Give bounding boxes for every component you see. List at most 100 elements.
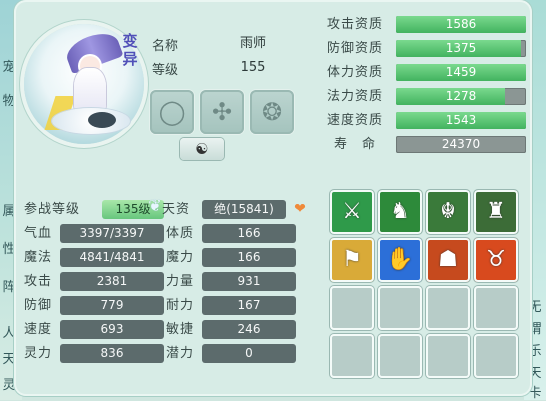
pet-name-row: 名称 雨师 [148, 34, 306, 54]
stat-row: 力量 931 [166, 272, 296, 292]
aptitude-bar: 1375 [396, 40, 526, 57]
yin-yang-icon: ☯ [195, 140, 209, 158]
pet-level-row: 等级 155 [148, 58, 306, 78]
stat-label: 敏捷 [166, 322, 195, 337]
stat-value: 3397/3397 [60, 224, 164, 243]
stat-label: 体质 [166, 226, 195, 241]
equipment-slot-3[interactable]: ❂ [250, 90, 294, 134]
name-label: 名称 [152, 39, 179, 54]
skill-slot[interactable]: ✋ [378, 238, 422, 282]
beast-skill-icon: ♉ [486, 247, 506, 272]
stat-label: 防御 [24, 298, 53, 313]
talent-label: 天资 [162, 202, 191, 217]
heart-icon[interactable]: ❤ [291, 200, 309, 218]
stat-label: 耐力 [166, 298, 195, 313]
stat-label: 魔力 [166, 250, 195, 265]
stat-value: 166 [202, 248, 296, 267]
aptitude-bar: 1459 [396, 64, 526, 81]
aptitude-row: 攻击资质 1586 [320, 16, 532, 34]
pet-attribute-panel: 变异 名称 雨师 等级 155 ◯ ✣ ❂ ☯ 攻击资质 1586 防御资质 1375… [14, 0, 532, 396]
stat-label: 速度 [24, 322, 53, 337]
stat-value: 693 [60, 320, 164, 339]
level-value: 155 [240, 60, 266, 75]
stat-label: 气血 [24, 226, 53, 241]
empty-skill-slot[interactable] [426, 286, 470, 330]
armor-icon: ✣ [211, 98, 233, 126]
claw-skill-icon: ✋ [386, 247, 414, 272]
skill-slot[interactable]: ♜ [474, 190, 518, 234]
stat-row: 攻击 2381 [24, 272, 164, 292]
amulet-icon: ❂ [261, 98, 283, 126]
aptitude-row: 体力资质 1459 [320, 64, 532, 82]
skill-slot[interactable]: ☬ [426, 190, 470, 234]
skill-slot[interactable]: ♉ [474, 238, 518, 282]
empty-skill-slot[interactable] [378, 286, 422, 330]
equipment-slot-2[interactable]: ✣ [200, 90, 244, 134]
empty-skill-slot[interactable] [330, 286, 374, 330]
stat-label: 潜力 [166, 346, 195, 361]
skill-slot[interactable]: ⚔ [330, 190, 374, 234]
aptitude-value: 1278 [445, 89, 477, 103]
battle-level-label: 参战等级 [24, 202, 81, 217]
name-value[interactable]: 雨师 [200, 34, 306, 54]
aptitude-label: 攻击资质 [326, 17, 383, 32]
stat-row: 防御 779 [24, 296, 164, 316]
stat-label: 灵力 [24, 346, 53, 361]
strength-skill-icon: ☗ [438, 247, 458, 272]
stat-value: 167 [202, 296, 296, 315]
skill-slot[interactable]: ☗ [426, 238, 470, 282]
empty-skill-slot[interactable] [378, 334, 422, 378]
empty-skill-slot[interactable] [474, 286, 518, 330]
stat-row: 速度 693 [24, 320, 164, 340]
stat-label: 力量 [166, 274, 195, 289]
aptitude-value: 24370 [441, 137, 481, 151]
stat-row: 潜力 0 [166, 344, 296, 364]
aptitude-value: 1459 [445, 65, 477, 79]
aptitude-label: 防御资质 [326, 41, 383, 56]
aptitude-value: 1543 [445, 113, 477, 127]
empty-skill-slot[interactable] [426, 334, 470, 378]
stat-value: 246 [202, 320, 296, 339]
stat-value: 0 [202, 344, 296, 363]
level-label: 等级 [152, 63, 179, 78]
talent-value: 绝(15841) [202, 200, 286, 219]
stat-value: 931 [202, 272, 296, 291]
stat-value: 836 [60, 344, 164, 363]
stat-value: 2381 [60, 272, 164, 291]
aptitude-bar: 24370 [396, 136, 526, 153]
warrior-skill-icon: ☬ [440, 199, 456, 224]
empty-skill-slot[interactable] [330, 334, 374, 378]
stat-value: 779 [60, 296, 164, 315]
skill-grid: ⚔ ♞ ☬ ♜ ⚑ ✋ ☗ ♉ [330, 190, 526, 384]
ring-collar-icon: ◯ [158, 98, 186, 126]
stat-row: 耐力 167 [166, 296, 296, 316]
aptitude-value: 1375 [445, 41, 477, 55]
equipment-slot-1[interactable]: ◯ [150, 90, 194, 134]
sword-skill-icon: ⚔ [342, 199, 362, 224]
stat-label: 魔法 [24, 250, 53, 265]
stat-value: 166 [202, 224, 296, 243]
aptitude-row: 速度资质 1543 [320, 112, 532, 130]
empty-skill-slot[interactable] [474, 334, 518, 378]
stat-row: 敏捷 246 [166, 320, 296, 340]
aptitude-bar: 1278 [396, 88, 526, 105]
skill-slot[interactable]: ⚑ [330, 238, 374, 282]
aptitude-row: 法力资质 1278 [320, 88, 532, 106]
aptitude-label: 寿 命 [333, 137, 376, 152]
talent-row: 天资 绝(15841) [162, 200, 312, 220]
shadow-skill-icon: ♜ [486, 199, 506, 224]
stat-row: 魔法 4841/4841 [24, 248, 164, 268]
aptitude-row: 防御资质 1375 [320, 40, 532, 58]
stat-row: 灵力 836 [24, 344, 164, 364]
aptitude-label: 速度资质 [326, 113, 383, 128]
aptitude-row: 寿 命 24370 [320, 136, 532, 154]
stat-row: 气血 3397/3397 [24, 224, 164, 244]
aptitude-value: 1586 [445, 17, 477, 31]
stat-value: 4841/4841 [60, 248, 164, 267]
yin-yang-button[interactable]: ☯ [180, 138, 224, 160]
boot-skill-icon: ⚑ [342, 247, 362, 272]
aptitude-label: 体力资质 [326, 65, 383, 80]
skill-slot[interactable]: ♞ [378, 190, 422, 234]
fish-mount-icon [88, 112, 116, 128]
aptitude-bar: 1543 [396, 112, 526, 129]
